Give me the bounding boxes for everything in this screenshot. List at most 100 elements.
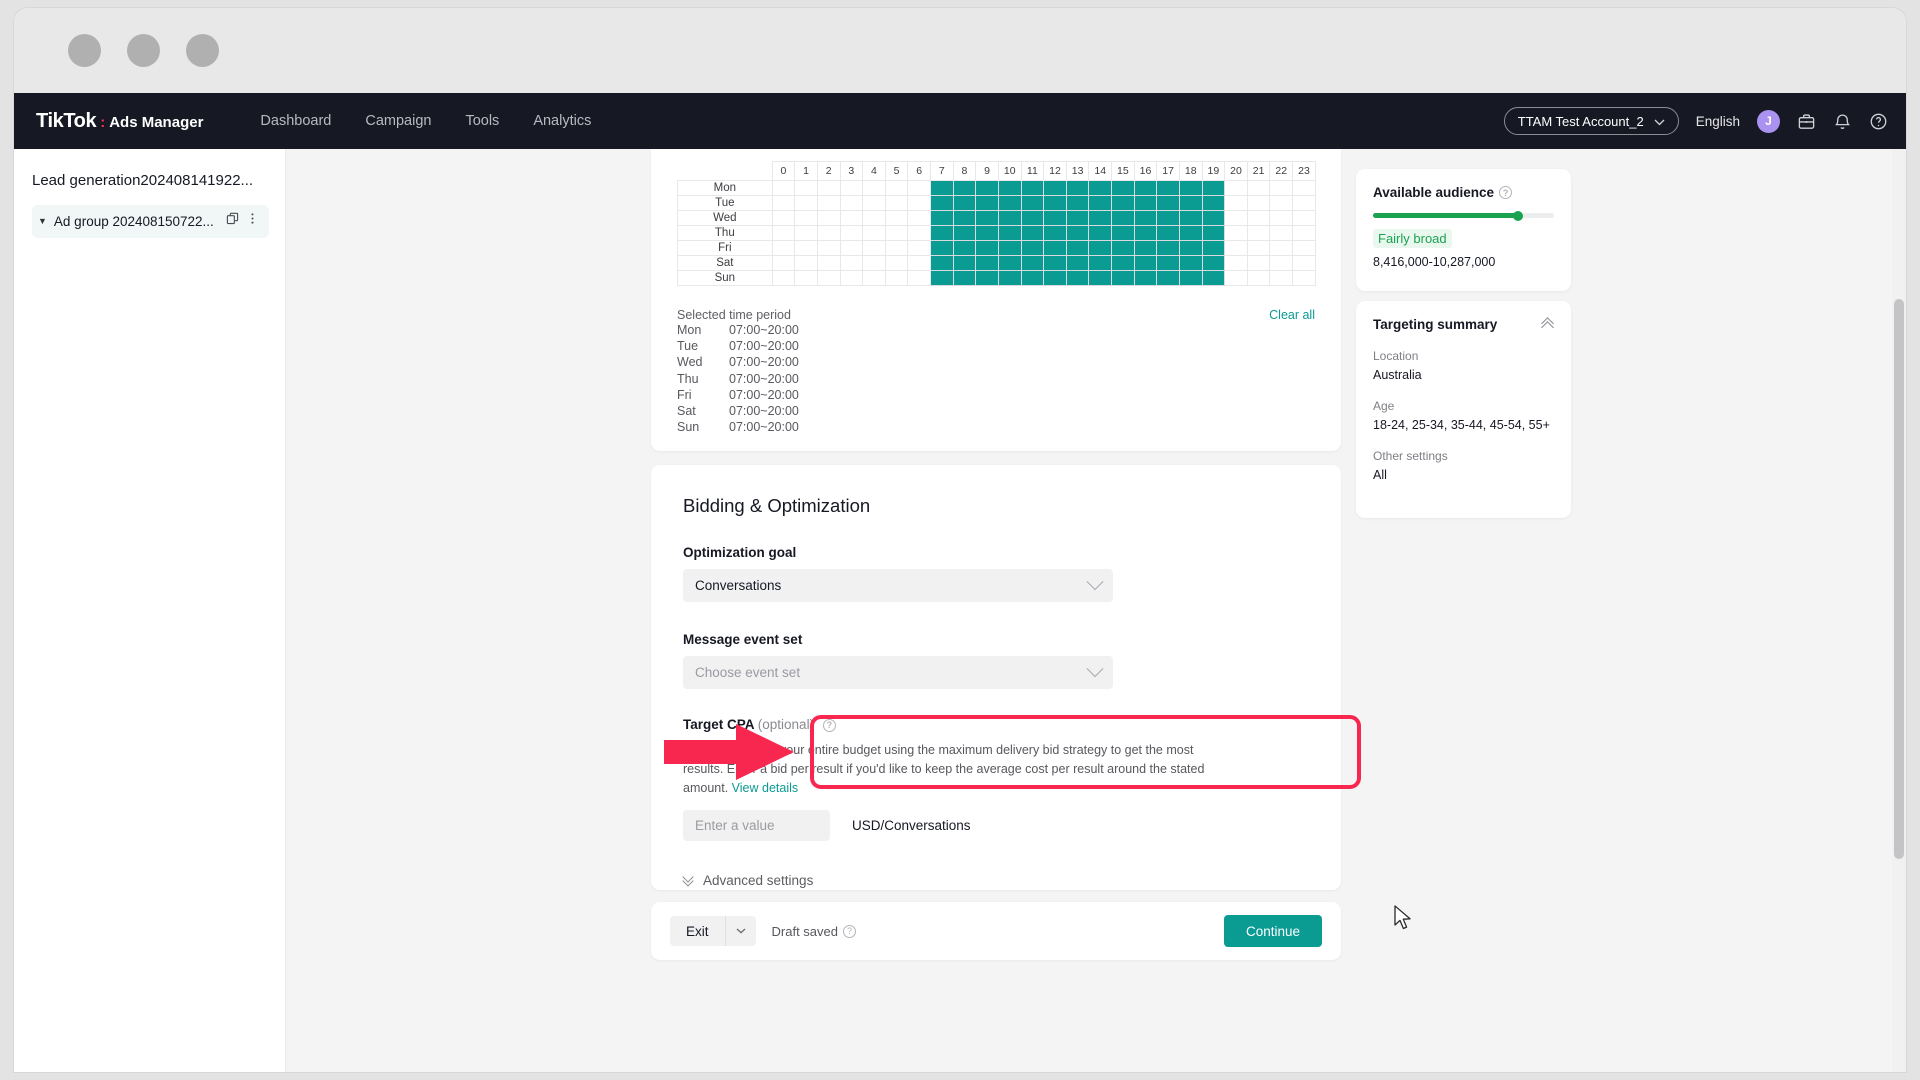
copy-icon[interactable] [226, 212, 239, 230]
dayparting-cell[interactable] [771, 210, 796, 226]
dayparting-cell[interactable] [997, 255, 1022, 271]
sidebar-item-adgroup[interactable]: ▼ Ad group 202408150722... [32, 204, 269, 238]
dayparting-cell[interactable] [1133, 210, 1158, 226]
dayparting-cell[interactable] [1269, 225, 1294, 241]
close-window-button[interactable] [68, 34, 101, 67]
clear-all-button[interactable]: Clear all [1269, 308, 1315, 322]
dayparting-cell[interactable] [997, 195, 1022, 211]
dayparting-cell[interactable] [930, 195, 954, 211]
dayparting-cell[interactable] [1246, 255, 1271, 271]
dayparting-cell[interactable] [1043, 240, 1067, 256]
optimization-goal-select[interactable]: Conversations [683, 569, 1113, 602]
dayparting-cell[interactable] [1133, 195, 1158, 211]
dayparting-cell[interactable] [1088, 210, 1113, 226]
dayparting-cell[interactable] [1043, 210, 1067, 226]
dayparting-cell[interactable] [1065, 210, 1090, 226]
dayparting-cell[interactable] [1088, 180, 1113, 196]
dayparting-cell[interactable] [839, 180, 864, 196]
dayparting-cell[interactable] [1178, 255, 1203, 271]
dayparting-cell[interactable] [1246, 180, 1271, 196]
dayparting-cell[interactable] [1201, 270, 1226, 286]
dayparting-cell[interactable] [794, 270, 818, 286]
dayparting-cell[interactable] [862, 240, 886, 256]
dayparting-cell[interactable] [862, 225, 886, 241]
dayparting-cell[interactable] [884, 180, 909, 196]
dayparting-cell[interactable] [907, 255, 932, 271]
dayparting-cell[interactable] [816, 255, 841, 271]
tiktok-ads-manager-logo[interactable]: TikTok : Ads Manager [36, 110, 203, 133]
dayparting-cell[interactable] [839, 210, 864, 226]
dayparting-cell[interactable] [1133, 240, 1158, 256]
dayparting-cell[interactable] [1201, 195, 1226, 211]
dayparting-cell[interactable] [1020, 195, 1045, 211]
dayparting-cell[interactable] [1111, 180, 1135, 196]
dayparting-cell[interactable] [1178, 195, 1203, 211]
dayparting-cell[interactable] [884, 210, 909, 226]
dayparting-cell[interactable] [1065, 225, 1090, 241]
dayparting-cell[interactable] [1178, 180, 1203, 196]
dayparting-cell[interactable] [839, 225, 864, 241]
dayparting-cell[interactable] [1088, 195, 1113, 211]
dayparting-cell[interactable] [1020, 270, 1045, 286]
dayparting-cell[interactable] [1065, 195, 1090, 211]
dayparting-cell[interactable] [1269, 210, 1294, 226]
dayparting-cell[interactable] [816, 180, 841, 196]
dayparting-cell[interactable] [1020, 210, 1045, 226]
exit-button[interactable]: Exit [670, 916, 726, 946]
dayparting-cell[interactable] [952, 225, 977, 241]
dayparting-cell[interactable] [930, 240, 954, 256]
nav-link-dashboard[interactable]: Dashboard [243, 113, 348, 129]
dayparting-cell[interactable] [1246, 225, 1271, 241]
dayparting-cell[interactable] [1201, 180, 1226, 196]
dayparting-cell[interactable] [975, 225, 999, 241]
dayparting-cell[interactable] [975, 195, 999, 211]
dayparting-cell[interactable] [907, 225, 932, 241]
help-icon[interactable]: ? [843, 924, 856, 938]
dayparting-cell[interactable] [1156, 210, 1180, 226]
dayparting-cell[interactable] [771, 255, 796, 271]
dayparting-cell[interactable] [1156, 195, 1180, 211]
dayparting-cell[interactable] [1156, 270, 1180, 286]
dayparting-cell[interactable] [1133, 180, 1158, 196]
dayparting-cell[interactable] [884, 225, 909, 241]
continue-button[interactable]: Continue [1223, 915, 1322, 947]
dayparting-cell[interactable] [907, 195, 932, 211]
dayparting-cell[interactable] [1178, 225, 1203, 241]
dayparting-cell[interactable] [1111, 225, 1135, 241]
help-icon[interactable]: ? [1499, 186, 1513, 199]
dayparting-cell[interactable] [1224, 225, 1248, 241]
dayparting-cell[interactable] [794, 195, 818, 211]
dayparting-cell[interactable] [1292, 195, 1316, 211]
dayparting-cell[interactable] [1269, 180, 1294, 196]
dayparting-cell[interactable] [1178, 210, 1203, 226]
dayparting-cell[interactable] [771, 270, 796, 286]
campaign-title[interactable]: Lead generation202408141922... [32, 171, 269, 191]
dayparting-cell[interactable] [771, 240, 796, 256]
more-options-icon[interactable] [246, 212, 259, 230]
dayparting-cell[interactable] [771, 225, 796, 241]
dayparting-cell[interactable] [1224, 210, 1248, 226]
dayparting-cell[interactable] [1269, 270, 1294, 286]
dayparting-cell[interactable] [1020, 240, 1045, 256]
nav-link-analytics[interactable]: Analytics [516, 113, 608, 129]
dayparting-cell[interactable] [1292, 270, 1316, 286]
dayparting-cell[interactable] [907, 180, 932, 196]
dayparting-cell[interactable] [1111, 210, 1135, 226]
dayparting-cell[interactable] [952, 195, 977, 211]
dayparting-cell[interactable] [952, 180, 977, 196]
dayparting-cell[interactable] [1043, 225, 1067, 241]
dayparting-cell[interactable] [1133, 255, 1158, 271]
dayparting-cell[interactable] [1111, 255, 1135, 271]
avatar[interactable]: J [1757, 109, 1780, 133]
view-details-link[interactable]: View details [732, 781, 798, 795]
briefcase-icon[interactable] [1797, 112, 1816, 131]
dayparting-cell[interactable] [1043, 255, 1067, 271]
dayparting-cell[interactable] [930, 210, 954, 226]
dayparting-cell[interactable] [975, 270, 999, 286]
dayparting-cell[interactable] [1224, 255, 1248, 271]
dayparting-cell[interactable] [794, 255, 818, 271]
dayparting-grid[interactable]: 0 1 2 3 4 5 6 7 8 9 10 11 12 13 14 15 16 17 18 19 20 21 22 23 M… [677, 161, 1316, 286]
maximize-window-button[interactable] [186, 34, 219, 67]
dayparting-cell[interactable] [930, 270, 954, 286]
dayparting-cell[interactable] [1020, 225, 1045, 241]
